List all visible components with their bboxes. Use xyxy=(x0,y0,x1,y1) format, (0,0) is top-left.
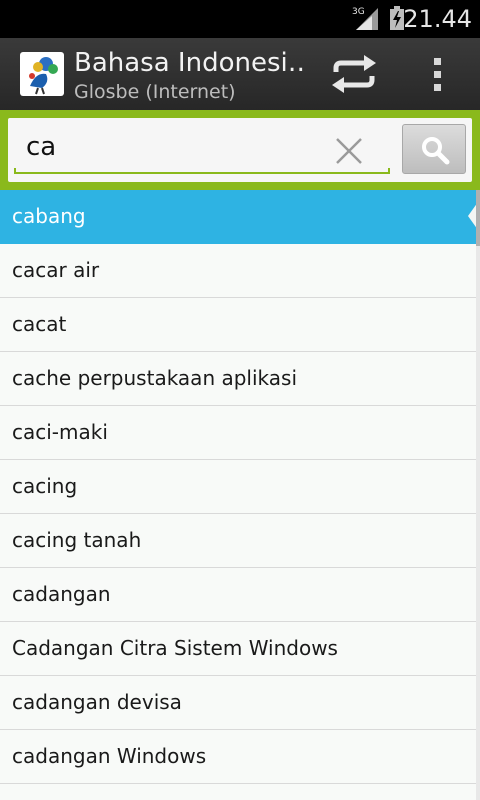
list-item[interactable]: cacing xyxy=(0,460,476,514)
app-title: Bahasa Indonesi… xyxy=(74,48,304,78)
list-scrollbar[interactable] xyxy=(476,190,480,800)
clear-icon xyxy=(336,138,362,164)
search-button[interactable] xyxy=(402,124,466,174)
list-item[interactable]: cadar xyxy=(0,784,476,800)
clear-button[interactable] xyxy=(334,136,364,166)
list-item[interactable]: cadangan Windows xyxy=(0,730,476,784)
search-bar xyxy=(0,110,480,190)
list-item[interactable]: caci-maki xyxy=(0,406,476,460)
search-icon xyxy=(422,137,450,165)
list-item[interactable]: Cadangan Citra Sistem Windows xyxy=(0,622,476,676)
network-type: 3G xyxy=(352,7,365,17)
app-subtitle: Glosbe (Internet) xyxy=(74,81,236,103)
list-item[interactable]: cacing tanah xyxy=(0,514,476,568)
peacock-logo-icon[interactable] xyxy=(20,52,64,96)
status-bar: 3G 21.44 xyxy=(0,0,480,38)
signal-icon: 3G xyxy=(352,7,378,30)
search-input[interactable] xyxy=(14,124,384,170)
overflow-menu-icon xyxy=(434,58,441,91)
list-item[interactable]: cacat xyxy=(0,298,476,352)
swap-languages-button[interactable] xyxy=(322,50,386,98)
scroll-thumb[interactable] xyxy=(476,190,480,246)
list-item[interactable]: cadangan xyxy=(0,568,476,622)
list-item[interactable]: cabang xyxy=(0,190,476,244)
status-clock: 21.44 xyxy=(403,5,472,33)
results-list: cabang cacar air cacat cache perpustakaa… xyxy=(0,190,476,800)
search-field-container xyxy=(8,118,472,182)
list-item[interactable]: cacar air xyxy=(0,244,476,298)
swap-icon xyxy=(332,55,376,93)
list-item[interactable]: cadangan devisa xyxy=(0,676,476,730)
action-bar: Bahasa Indonesi… Glosbe (Internet) xyxy=(0,38,480,110)
list-item[interactable]: cache perpustakaan aplikasi xyxy=(0,352,476,406)
input-underline xyxy=(14,168,390,174)
battery-icon xyxy=(390,6,404,30)
overflow-menu-button[interactable] xyxy=(420,50,456,98)
